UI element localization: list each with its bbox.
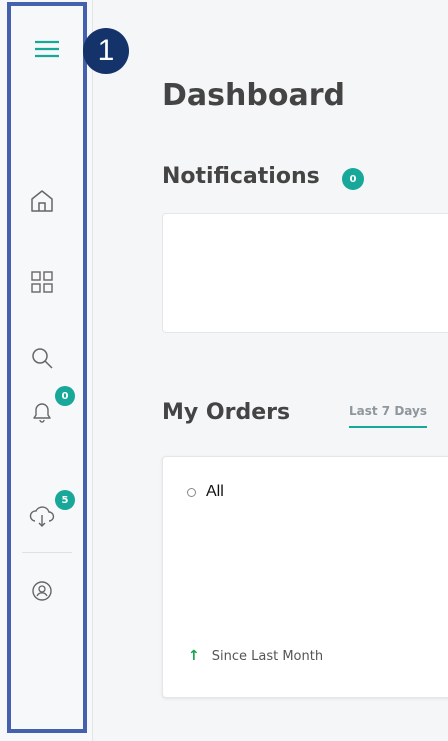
bell-icon[interactable] <box>28 398 56 426</box>
home-icon[interactable] <box>28 187 56 215</box>
downloads-badge: 5 <box>55 490 75 510</box>
hamburger-menu-icon[interactable] <box>32 34 62 64</box>
filter-all-label: All <box>206 483 224 500</box>
orders-title: My Orders <box>162 400 291 425</box>
notifications-badge: 0 <box>55 386 75 406</box>
notifications-card <box>162 213 448 333</box>
notifications-title: Notifications <box>162 164 320 189</box>
sidebar-divider <box>22 552 72 553</box>
since-last-month-label: Since Last Month <box>211 648 324 664</box>
search-icon[interactable] <box>28 344 56 372</box>
tab-last-7-days[interactable]: Last 7 Days <box>349 404 427 428</box>
grid-icon[interactable] <box>28 268 56 296</box>
sidebar: 0 5 <box>0 0 93 741</box>
callout-number: 1 <box>83 28 129 74</box>
cloud-download-icon[interactable] <box>28 502 56 530</box>
filter-all-radio[interactable]: All <box>187 483 224 501</box>
notifications-count-badge: 0 <box>342 168 364 190</box>
page-title: Dashboard <box>162 78 345 113</box>
user-circle-icon[interactable] <box>28 577 56 605</box>
radio-circle-icon[interactable] <box>187 487 196 497</box>
since-last-month: ↑ Since Last Month <box>188 648 323 664</box>
arrow-up-icon: ↑ <box>188 648 200 664</box>
